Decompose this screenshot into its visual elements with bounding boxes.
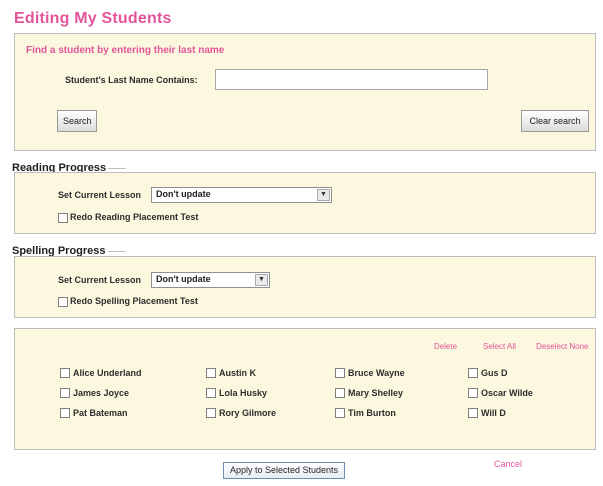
student-name: Tim Burton: [348, 408, 396, 418]
student-checkbox[interactable]: [468, 388, 478, 398]
student-item[interactable]: Pat Bateman: [60, 408, 128, 418]
section-rule: [107, 250, 126, 252]
student-name: Mary Shelley: [348, 388, 404, 398]
reading-lesson-value: Don't update: [156, 189, 211, 199]
student-name: Gus D: [481, 368, 508, 378]
redo-reading-label: Redo Reading Placement Test: [70, 212, 199, 222]
redo-spelling-checkbox[interactable]: [58, 297, 68, 307]
student-checkbox[interactable]: [206, 368, 216, 378]
cancel-link[interactable]: Cancel: [494, 459, 522, 469]
student-item[interactable]: James Joyce: [60, 388, 129, 398]
student-name: James Joyce: [73, 388, 130, 398]
student-name: Alice Underland: [73, 368, 142, 378]
delete-link[interactable]: Delete: [434, 342, 457, 351]
student-name: Rory Gilmore: [219, 408, 277, 418]
select-all-link[interactable]: Select All: [483, 342, 516, 351]
student-name: Austin K: [219, 368, 256, 378]
student-item[interactable]: Bruce Wayne: [335, 368, 405, 378]
spelling-progress-panel: Set Current Lesson Don't update ▼ Redo S…: [14, 256, 596, 318]
student-name: Lola Husky: [219, 388, 268, 398]
student-checkbox[interactable]: [60, 388, 70, 398]
student-checkbox[interactable]: [335, 388, 345, 398]
last-name-label: Student's Last Name Contains:: [65, 75, 198, 85]
student-name: Oscar Wilde: [481, 388, 533, 398]
student-item[interactable]: Will D: [468, 408, 506, 418]
students-panel: Delete Select All Deselect None Alice Un…: [14, 328, 596, 450]
chevron-down-icon[interactable]: ▼: [255, 274, 268, 286]
spelling-lesson-select[interactable]: Don't update ▼: [151, 272, 270, 288]
student-checkbox[interactable]: [468, 408, 478, 418]
student-item[interactable]: Oscar Wilde: [468, 388, 533, 398]
student-checkbox[interactable]: [335, 368, 345, 378]
reading-lesson-select[interactable]: Don't update ▼: [151, 187, 332, 203]
apply-to-selected-button[interactable]: Apply to Selected Students: [223, 462, 345, 479]
student-name: Pat Bateman: [73, 408, 128, 418]
student-item[interactable]: Mary Shelley: [335, 388, 403, 398]
clear-search-button[interactable]: Clear search: [521, 110, 589, 132]
student-checkbox[interactable]: [60, 408, 70, 418]
deselect-none-link[interactable]: Deselect None: [536, 342, 588, 351]
reading-lesson-label: Set Current Lesson: [58, 190, 142, 200]
student-checkbox[interactable]: [206, 408, 216, 418]
student-checkbox[interactable]: [206, 388, 216, 398]
student-name: Will D: [481, 408, 506, 418]
last-name-input[interactable]: [215, 69, 488, 90]
student-item[interactable]: Lola Husky: [206, 388, 267, 398]
redo-spelling-label: Redo Spelling Placement Test: [70, 296, 198, 306]
student-item[interactable]: Gus D: [468, 368, 508, 378]
search-button[interactable]: Search: [57, 110, 97, 132]
student-item[interactable]: Alice Underland: [60, 368, 142, 378]
student-checkbox[interactable]: [468, 368, 478, 378]
student-item[interactable]: Tim Burton: [335, 408, 396, 418]
spelling-lesson-label: Set Current Lesson: [58, 275, 142, 285]
spelling-lesson-value: Don't update: [156, 274, 211, 284]
student-checkbox[interactable]: [335, 408, 345, 418]
redo-reading-checkbox[interactable]: [58, 213, 68, 223]
search-panel: Find a student by entering their last na…: [14, 33, 596, 151]
student-item[interactable]: Rory Gilmore: [206, 408, 276, 418]
chevron-down-icon[interactable]: ▼: [317, 189, 330, 201]
student-checkbox[interactable]: [60, 368, 70, 378]
search-prompt: Find a student by entering their last na…: [26, 45, 225, 56]
section-rule: [108, 167, 127, 169]
student-name: Bruce Wayne: [348, 368, 405, 378]
page-title: Editing My Students: [14, 10, 172, 27]
reading-progress-panel: Set Current Lesson Don't update ▼ Redo R…: [14, 172, 596, 234]
student-item[interactable]: Austin K: [206, 368, 256, 378]
